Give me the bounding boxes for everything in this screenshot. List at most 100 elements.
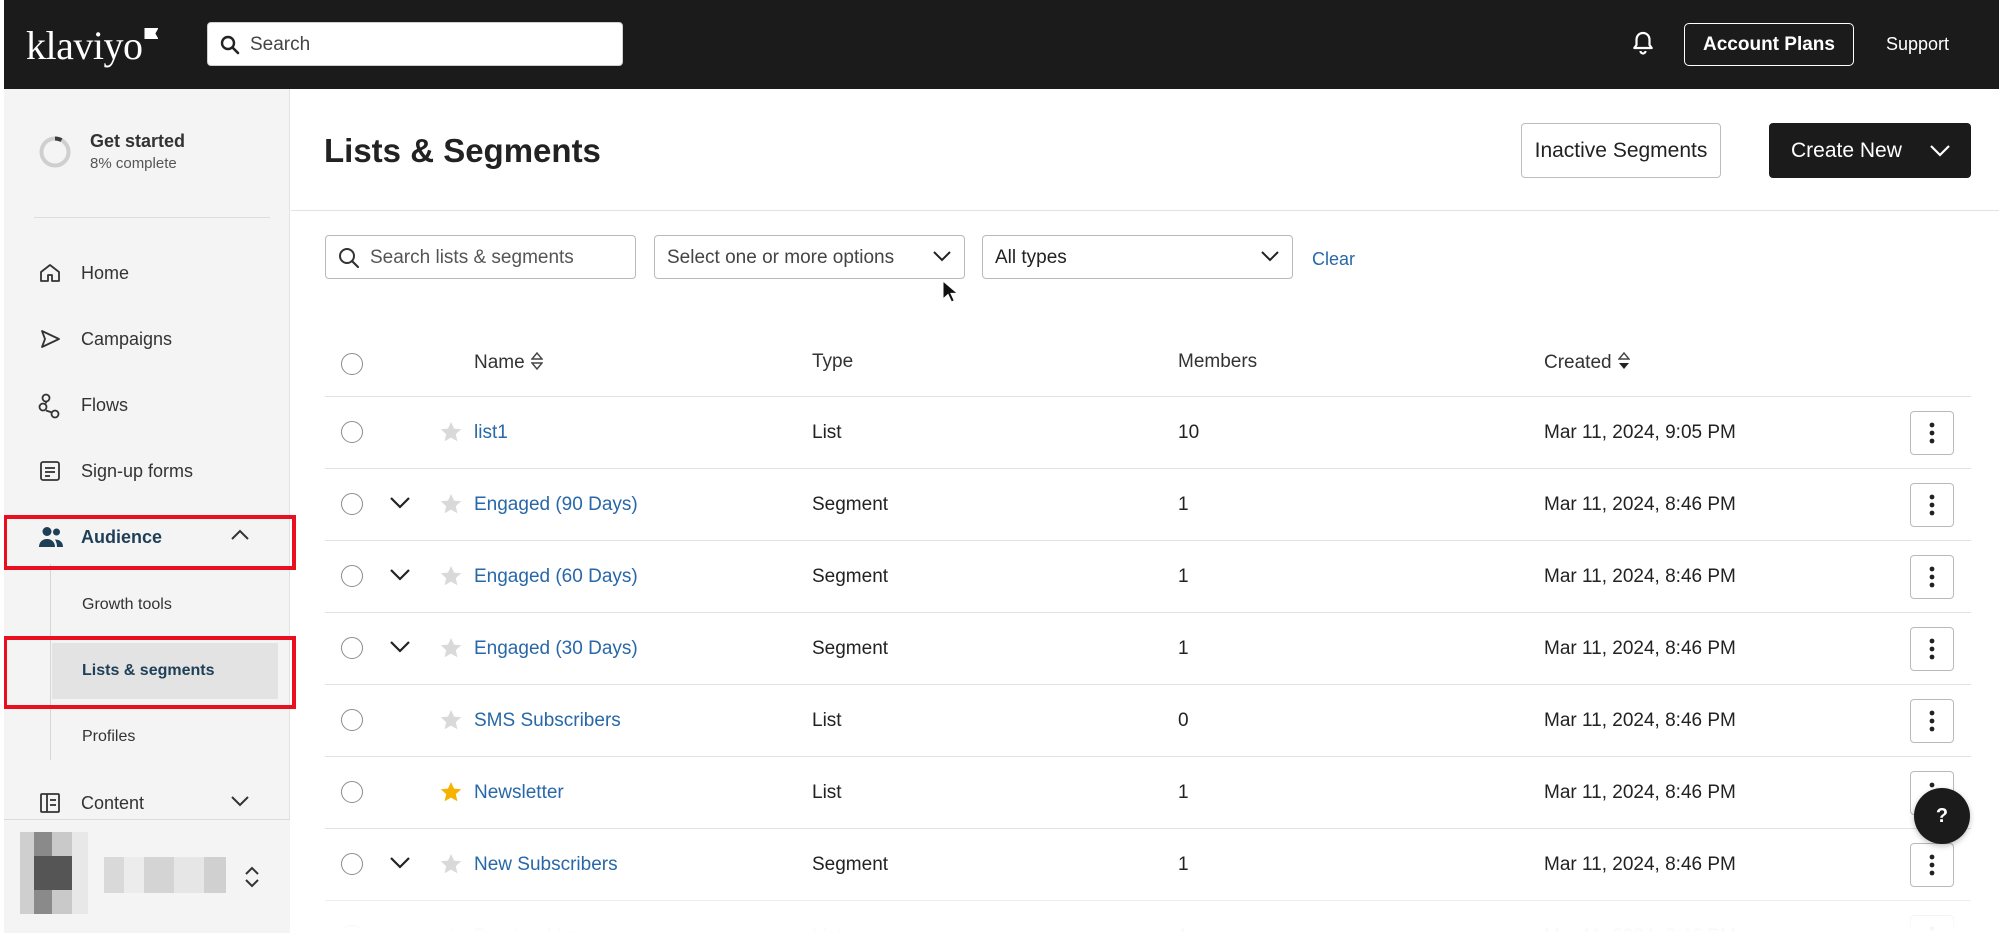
global-search[interactable] xyxy=(207,22,623,66)
tags-select[interactable]: Select one or more options xyxy=(654,235,965,279)
get-started-title[interactable]: Get started xyxy=(90,131,185,152)
sidebar-item-home[interactable]: Home xyxy=(4,248,290,298)
expand-chevron-icon[interactable] xyxy=(389,639,411,653)
table-header: Name Type Members Created xyxy=(325,329,1971,397)
select-all-checkbox[interactable] xyxy=(341,353,363,375)
mouse-cursor-icon xyxy=(942,280,958,303)
row-type: Segment xyxy=(812,494,889,515)
column-header-label: Name xyxy=(474,352,525,373)
global-search-input[interactable] xyxy=(250,31,610,59)
row-name-link[interactable]: Newsletter xyxy=(474,782,564,804)
row-members: 1 xyxy=(1178,566,1189,587)
account-avatar xyxy=(12,832,88,914)
send-icon xyxy=(41,330,60,348)
sidebar-item-label: Flows xyxy=(81,395,129,415)
sidebar-item-label: Audience xyxy=(81,527,163,547)
sidebar-item-label: Content xyxy=(81,793,145,813)
row-checkbox[interactable] xyxy=(341,853,363,875)
inactive-segments-button[interactable]: Inactive Segments xyxy=(1521,123,1721,178)
row-name-link[interactable]: Engaged (90 Days) xyxy=(474,494,638,516)
row-checkbox[interactable] xyxy=(341,781,363,803)
sidebar-divider xyxy=(34,217,270,218)
account-plans-button[interactable]: Account Plans xyxy=(1684,23,1854,66)
submenu-guide-line xyxy=(50,564,51,760)
row-checkbox[interactable] xyxy=(341,637,363,659)
row-actions-button[interactable] xyxy=(1910,843,1954,887)
lists-search[interactable] xyxy=(325,235,636,279)
table-row: Newsletter List 1 Mar 11, 2024, 8:46 PM xyxy=(325,757,1971,829)
row-name-link[interactable]: list1 xyxy=(474,422,508,444)
support-link[interactable]: Support xyxy=(1886,34,1949,55)
row-actions-button[interactable] xyxy=(1910,627,1954,671)
expand-chevron-icon[interactable] xyxy=(389,855,411,869)
star-filled-icon[interactable] xyxy=(439,924,463,933)
row-type: List xyxy=(812,782,842,803)
star-outline-icon[interactable] xyxy=(439,492,463,516)
sort-icon xyxy=(530,351,544,371)
flows-icon xyxy=(38,393,60,419)
chevron-up-icon xyxy=(231,529,249,540)
sidebar-item-audience[interactable]: Audience xyxy=(4,512,290,562)
account-switcher[interactable] xyxy=(4,819,290,933)
create-new-button[interactable]: Create New xyxy=(1769,123,1971,178)
star-outline-icon[interactable] xyxy=(439,420,463,444)
lists-search-input[interactable] xyxy=(370,245,620,271)
row-members: 1 xyxy=(1178,926,1189,933)
row-checkbox[interactable] xyxy=(341,421,363,443)
sidebar: Get started 8% complete Home Campaigns F… xyxy=(4,89,296,933)
sidebar-item-campaigns[interactable]: Campaigns xyxy=(4,314,290,364)
home-icon xyxy=(40,264,60,282)
sidebar-subitem-label: Lists & segments xyxy=(82,662,215,679)
clear-filters-link[interactable]: Clear xyxy=(1312,249,1355,270)
expand-chevron-icon[interactable] xyxy=(389,495,411,509)
row-actions-button[interactable] xyxy=(1910,411,1954,455)
row-members: 0 xyxy=(1178,710,1189,731)
row-actions-button[interactable] xyxy=(1910,915,1954,933)
row-actions-button[interactable] xyxy=(1910,483,1954,527)
type-select-value: All types xyxy=(995,247,1067,268)
main-content: Lists & Segments Inactive Segments Creat… xyxy=(291,89,1999,933)
type-select[interactable]: All types xyxy=(982,235,1293,279)
chevron-down-icon xyxy=(1930,145,1950,157)
row-checkbox[interactable] xyxy=(341,925,363,933)
expand-chevron-icon[interactable] xyxy=(389,567,411,581)
row-name-link[interactable]: Engaged (30 Days) xyxy=(474,638,638,660)
star-outline-icon[interactable] xyxy=(439,708,463,732)
row-members: 1 xyxy=(1178,494,1189,515)
more-vertical-icon xyxy=(1929,422,1935,444)
more-vertical-icon xyxy=(1929,638,1935,660)
row-checkbox[interactable] xyxy=(341,493,363,515)
row-actions-button[interactable] xyxy=(1910,699,1954,743)
row-name-link[interactable]: SMS Subscribers xyxy=(474,710,621,732)
sidebar-subitem-lists-segments[interactable]: Lists & segments xyxy=(52,643,278,699)
row-actions-button[interactable] xyxy=(1910,555,1954,599)
people-icon xyxy=(39,527,63,547)
sidebar-subitem-profiles[interactable]: Profiles xyxy=(52,709,278,765)
row-created: Mar 11, 2024, 8:46 PM xyxy=(1544,566,1736,587)
star-filled-icon[interactable] xyxy=(439,780,463,804)
star-outline-icon[interactable] xyxy=(439,636,463,660)
row-checkbox[interactable] xyxy=(341,565,363,587)
sidebar-item-label: Campaigns xyxy=(81,329,173,349)
row-created: Mar 11, 2024, 8:46 PM xyxy=(1544,494,1736,515)
star-outline-icon[interactable] xyxy=(439,564,463,588)
row-created: Mar 11, 2024, 8:46 PM xyxy=(1544,782,1736,803)
column-header-name[interactable]: Name xyxy=(474,351,544,374)
top-bar: klaviyo Account Plans Support xyxy=(4,0,1999,89)
more-vertical-icon xyxy=(1929,710,1935,732)
row-name-link[interactable]: New Subscribers xyxy=(474,854,618,876)
bell-icon[interactable] xyxy=(1631,30,1655,56)
logo-flag-icon xyxy=(144,28,159,39)
star-outline-icon[interactable] xyxy=(439,852,463,876)
sidebar-item-flows[interactable]: Flows xyxy=(4,380,290,430)
sidebar-subitem-label: Growth tools xyxy=(82,596,172,613)
klaviyo-logo[interactable]: klaviyo xyxy=(26,22,159,69)
row-checkbox[interactable] xyxy=(341,709,363,731)
sidebar-item-signup-forms[interactable]: Sign-up forms xyxy=(4,446,290,496)
more-vertical-icon xyxy=(1929,566,1935,588)
row-name-link[interactable]: Preview List xyxy=(474,926,576,933)
help-button[interactable]: ? xyxy=(1914,788,1970,844)
row-name-link[interactable]: Engaged (60 Days) xyxy=(474,566,638,588)
sidebar-subitem-growth-tools[interactable]: Growth tools xyxy=(52,577,278,633)
column-header-created[interactable]: Created xyxy=(1544,351,1631,374)
